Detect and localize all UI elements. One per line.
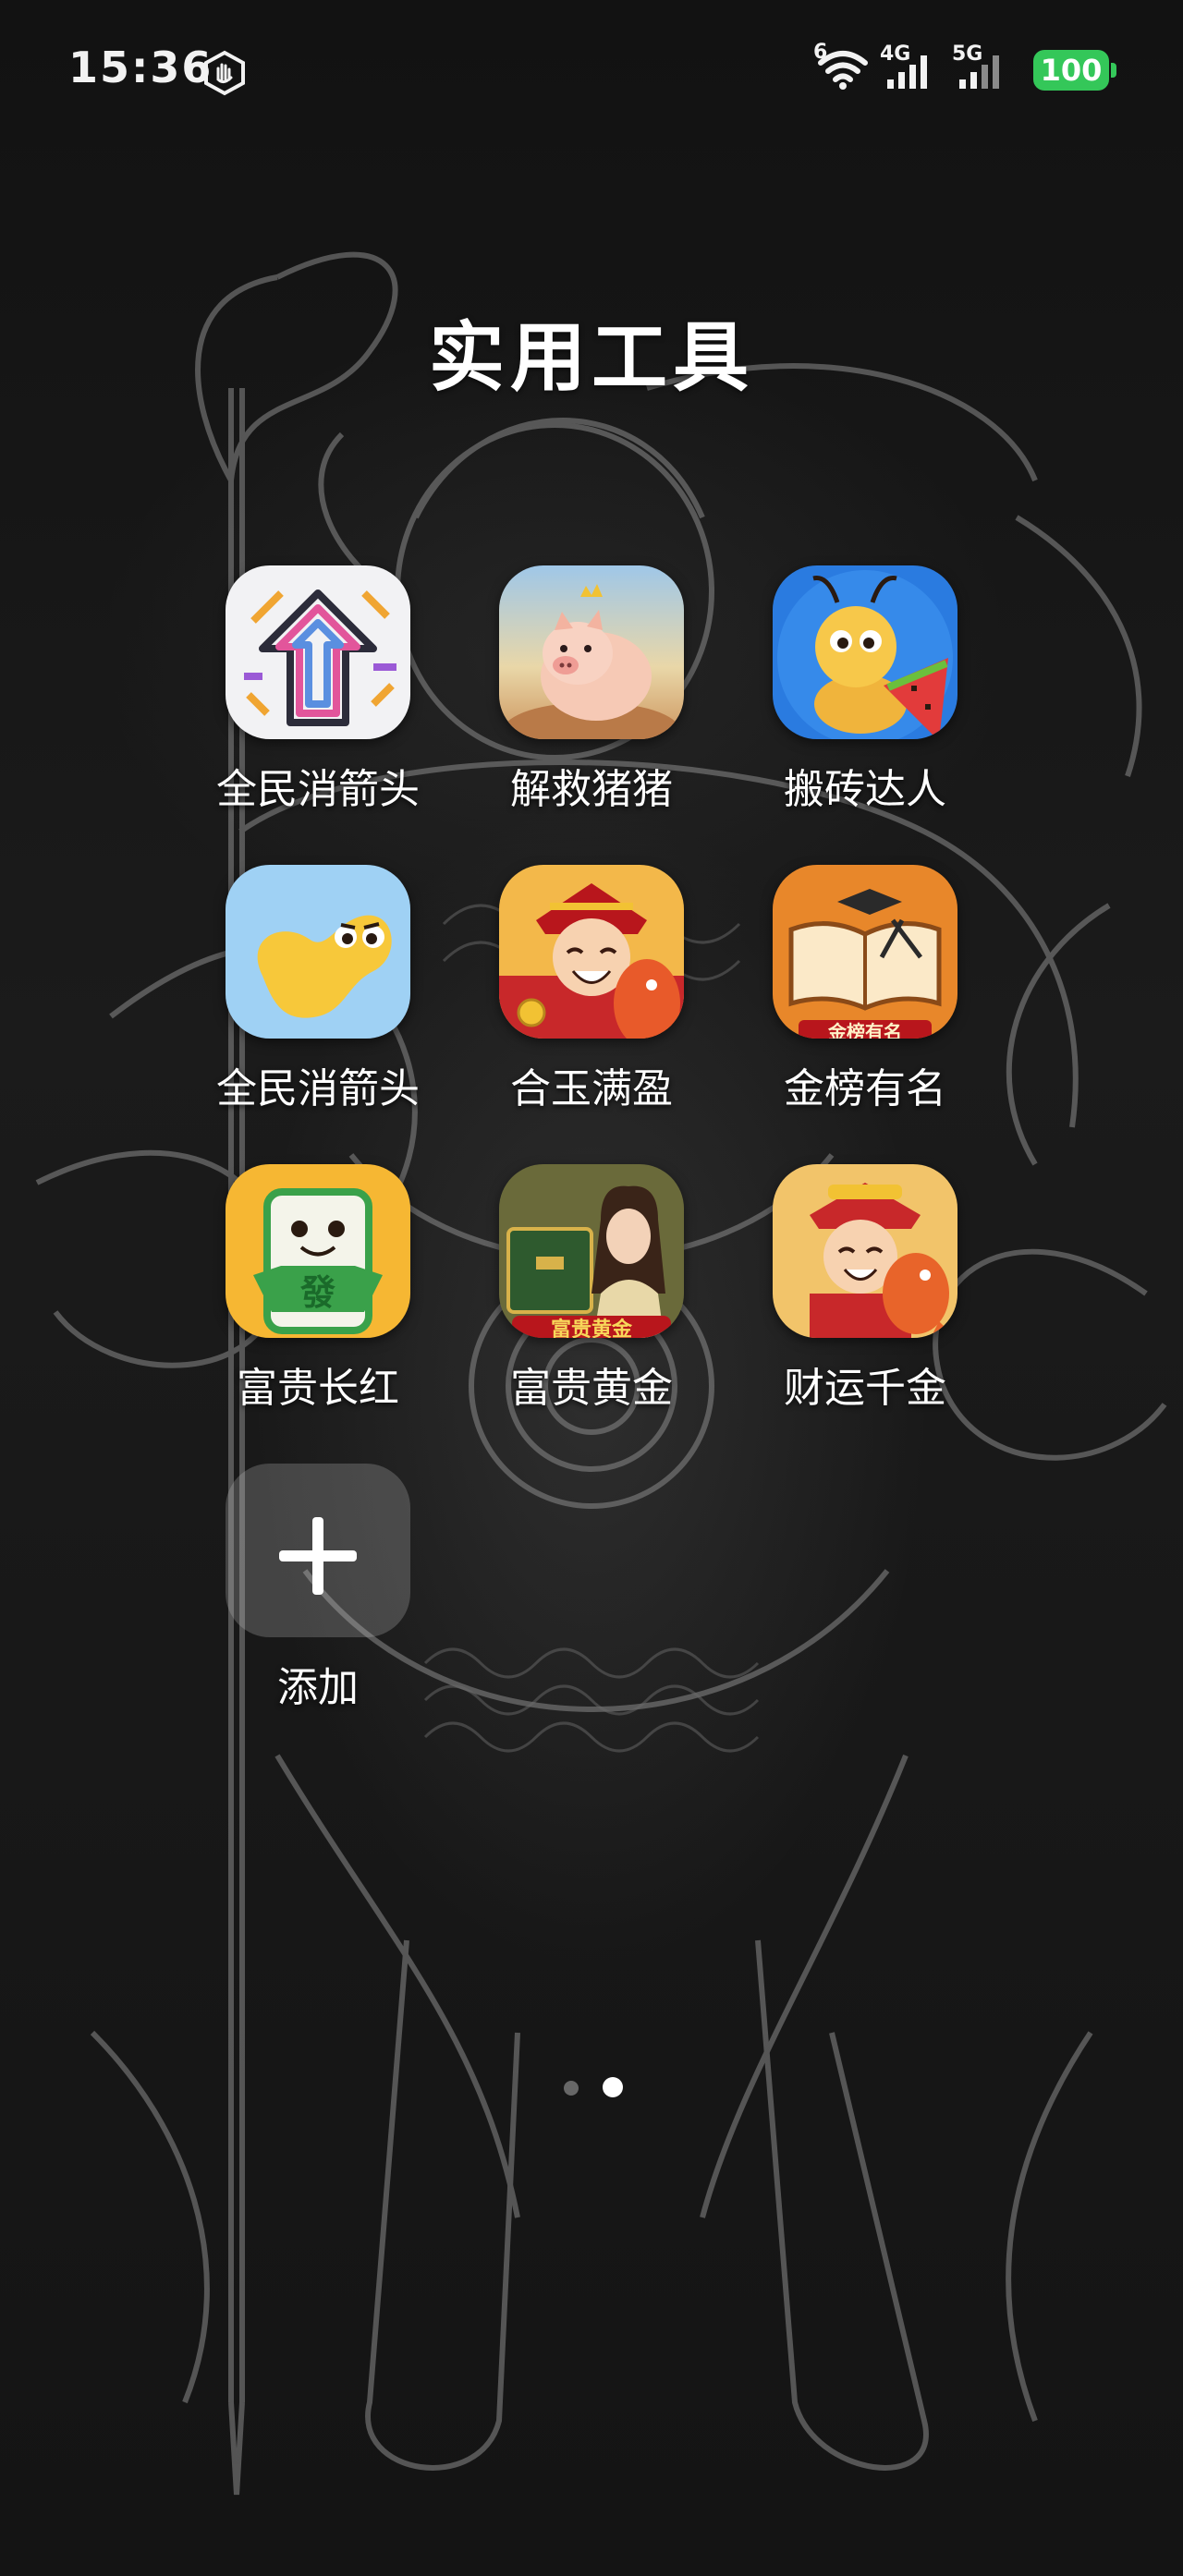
app-jinbang-youming[interactable]: 金榜有名 金榜有名 [726,865,1004,1114]
app-label: 全民消箭头 [216,766,420,813]
page-indicator[interactable] [555,2077,628,2099]
home-screen: 15:36 6 4G 5G 100 实用工具 全民消箭头 解救猪猪 搬砖达人 全… [0,0,1183,2576]
ant-icon[interactable] [773,565,957,739]
fortune-fish-icon[interactable] [773,1164,957,1338]
plus-icon[interactable] [226,1464,410,1637]
app-fugui-huangjin[interactable]: 富贵黄金 富贵黄金 [453,1164,730,1414]
clock: 15:36 [68,43,213,92]
app-label: 富贵黄金 [510,1365,673,1412]
graduation-book-icon[interactable]: 金榜有名 [773,865,957,1039]
battery-level: 100 [1040,53,1103,88]
app-jiejiu-zhuzhu[interactable]: 解救猪猪 [453,565,730,815]
folder-title[interactable]: 实用工具 [0,296,1183,406]
gesture-icon [204,50,245,96]
page-dot[interactable] [564,2081,579,2096]
status-bar: 15:36 6 4G 5G 100 [0,0,1183,139]
app-quanmin-xiaojiantou[interactable]: 全民消箭头 [179,565,457,815]
app-label: 全民消箭头 [216,1065,420,1112]
app-fugui-changhong[interactable]: 發 富贵长红 [179,1164,457,1414]
signal-icon [887,55,927,89]
pig-icon[interactable] [499,565,684,739]
app-label: 解救猪猪 [510,766,673,813]
app-caiyun-qianjin[interactable]: 财运千金 [726,1164,1004,1414]
app-label: 搬砖达人 [784,766,946,813]
add-label: 添加 [277,1664,359,1711]
add-app-button[interactable]: 添加 [179,1464,457,1713]
signal-icon [959,55,999,89]
lady-gold-icon[interactable]: 富贵黄金 [499,1164,684,1338]
wifi-icon [818,51,868,90]
bean-character-icon[interactable] [226,865,410,1039]
icon-caption: 發 [299,1272,335,1313]
arrow-puzzle-icon[interactable] [226,565,410,739]
app-label: 财运千金 [784,1365,946,1412]
app-label: 金榜有名 [784,1065,946,1112]
battery-icon: 100 [1033,50,1109,91]
icon-caption: 金榜有名 [827,1021,902,1039]
icon-caption: 富贵黄金 [551,1318,633,1338]
app-label: 富贵长红 [237,1365,399,1412]
app-heyu-manying[interactable]: 合玉满盈 [453,865,730,1114]
battery-tip [1111,63,1116,78]
app-banzhuan-daren[interactable]: 搬砖达人 [726,565,1004,815]
app-label: 合玉满盈 [510,1065,673,1112]
app-quanmin-xiaojiantou-2[interactable]: 全民消箭头 [179,865,457,1114]
page-dot-active[interactable] [603,2077,623,2097]
mahjong-tile-icon[interactable]: 發 [226,1164,410,1338]
god-of-wealth-icon[interactable] [499,865,684,1039]
